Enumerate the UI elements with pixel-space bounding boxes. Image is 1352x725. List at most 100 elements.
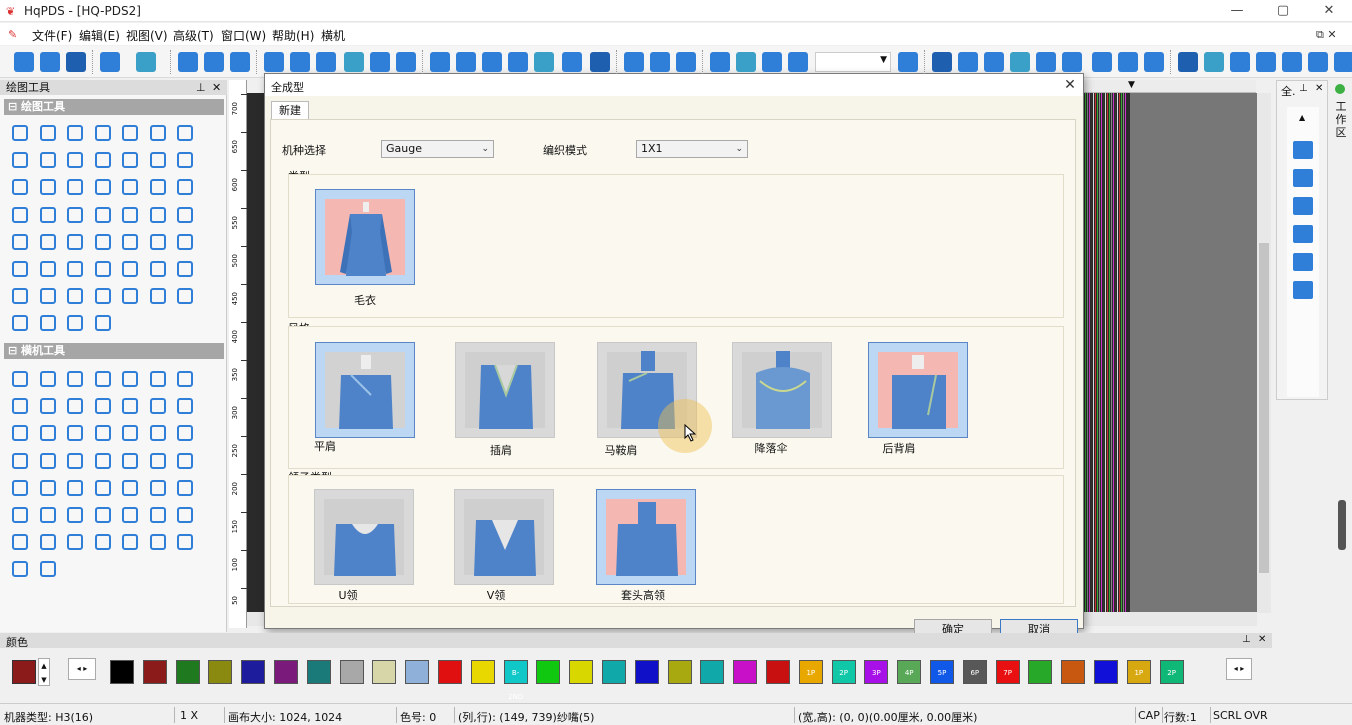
tool-icon[interactable] (175, 232, 195, 252)
tool-icon[interactable] (38, 559, 58, 579)
tool-icon[interactable] (10, 286, 30, 306)
toolbar-button-icon[interactable] (984, 52, 1004, 72)
tool-icon[interactable] (38, 396, 58, 416)
tool-icon[interactable] (120, 205, 140, 225)
knit-mode-select[interactable]: 1X1 ⌄ (636, 140, 748, 158)
tool-icon[interactable] (65, 177, 85, 197)
toolbar-button-icon[interactable] (932, 52, 952, 72)
color-swatch[interactable] (274, 660, 298, 684)
tool-icon[interactable] (120, 259, 140, 279)
tab-new[interactable]: 新建 (271, 101, 309, 120)
tool-icon[interactable] (38, 205, 58, 225)
toolbar-button-icon[interactable] (456, 52, 476, 72)
toolbar-button-icon[interactable] (1204, 52, 1224, 72)
toolbar-button-icon[interactable] (370, 52, 390, 72)
section-machine-tools[interactable]: ⊟ 横机工具 (4, 343, 224, 359)
close-icon[interactable]: ✕ (1258, 634, 1266, 645)
tool-icon[interactable] (175, 150, 195, 170)
tool-icon[interactable] (175, 205, 195, 225)
tool-icon[interactable] (120, 123, 140, 143)
tool-icon[interactable] (38, 423, 58, 443)
tool-icon[interactable] (65, 313, 85, 333)
tool-icon[interactable] (148, 150, 168, 170)
tool-icon[interactable] (38, 232, 58, 252)
toolbar-button-icon[interactable] (136, 52, 156, 72)
tool-icon[interactable] (148, 532, 168, 552)
tool-icon[interactable] (38, 532, 58, 552)
color-swatch[interactable]: 1P (798, 660, 823, 684)
toolbar-button-icon[interactable] (958, 52, 978, 72)
tool-icon[interactable] (120, 369, 140, 389)
tool-icon[interactable] (93, 205, 113, 225)
tool-icon[interactable] (10, 505, 30, 525)
menu-help[interactable]: 帮助(H) (272, 27, 314, 44)
machine-icon-2[interactable] (1293, 169, 1313, 187)
color-swatch[interactable] (1061, 660, 1086, 684)
tool-icon[interactable] (93, 286, 113, 306)
machine-icon-5[interactable] (1293, 253, 1313, 271)
machine-icon-6[interactable] (1293, 281, 1313, 299)
tool-icon[interactable] (10, 313, 30, 333)
tool-icon[interactable] (65, 451, 85, 471)
tool-icon[interactable] (175, 505, 195, 525)
toolbar-button-icon[interactable] (590, 52, 610, 72)
toolbar-button-icon[interactable] (1144, 52, 1164, 72)
color-scroll-right-button[interactable]: ◂ ▸ (1226, 658, 1252, 680)
tool-icon[interactable] (148, 259, 168, 279)
color-swatch[interactable] (405, 660, 430, 684)
tool-icon[interactable] (148, 478, 168, 498)
collar-v-option[interactable] (454, 489, 554, 585)
toolbar-combo[interactable]: ▼ (815, 52, 891, 72)
tool-icon[interactable] (120, 478, 140, 498)
style-parachute-option[interactable] (732, 342, 832, 438)
color-swatch[interactable] (634, 660, 659, 684)
color-swatch[interactable] (766, 660, 790, 684)
color-scroll-left-button[interactable]: ◂ ▸ (68, 658, 96, 680)
tool-icon[interactable] (10, 369, 30, 389)
color-swatch[interactable]: 1P (1126, 660, 1151, 684)
dialog-close-button[interactable]: ✕ (1061, 76, 1079, 94)
color-swatch[interactable]: 7P (995, 660, 1020, 684)
tool-icon[interactable] (93, 313, 113, 333)
tool-icon[interactable] (120, 396, 140, 416)
toolbar-button-icon[interactable] (650, 52, 670, 72)
tool-icon[interactable] (175, 286, 195, 306)
close-window-button[interactable]: ✕ (1306, 0, 1352, 22)
machine-select[interactable]: Gauge ⌄ (381, 140, 494, 158)
tool-icon[interactable] (175, 423, 195, 443)
color-swatch[interactable]: B-2ND (503, 660, 528, 701)
tool-icon[interactable] (38, 123, 58, 143)
maximize-button[interactable]: ▢ (1260, 0, 1306, 22)
tool-icon[interactable] (175, 177, 195, 197)
toolbar-button-icon[interactable] (14, 52, 34, 72)
color-swatch[interactable] (470, 660, 495, 684)
toolbar-button-icon[interactable] (1230, 52, 1250, 72)
tool-icon[interactable] (148, 205, 168, 225)
tool-icon[interactable] (120, 505, 140, 525)
tool-icon[interactable] (10, 478, 30, 498)
tool-icon[interactable] (65, 478, 85, 498)
current-color-swatch[interactable] (12, 660, 36, 684)
color-swatch[interactable] (602, 660, 626, 684)
toolbar-button-icon[interactable] (178, 52, 198, 72)
minimize-button[interactable]: — (1214, 0, 1260, 22)
tool-icon[interactable] (65, 396, 85, 416)
tool-icon[interactable] (148, 286, 168, 306)
tool-icon[interactable] (65, 205, 85, 225)
color-spinner[interactable]: ▲ ▼ (38, 658, 50, 686)
tool-icon[interactable] (120, 451, 140, 471)
tool-icon[interactable] (38, 369, 58, 389)
menu-flat-knit[interactable]: 横机 (321, 27, 345, 44)
tool-icon[interactable] (10, 150, 30, 170)
tool-icon[interactable] (93, 478, 113, 498)
color-swatch[interactable]: 2P (1159, 660, 1184, 684)
toolbar-button-icon[interactable] (316, 52, 336, 72)
toolbar-button-icon[interactable] (788, 52, 808, 72)
color-swatch[interactable]: 5P (930, 660, 954, 684)
color-swatch[interactable] (175, 660, 200, 684)
tool-icon[interactable] (10, 123, 30, 143)
toolbar-button-icon[interactable] (66, 52, 86, 72)
color-swatch[interactable] (339, 660, 364, 684)
tool-icon[interactable] (38, 313, 58, 333)
tool-icon[interactable] (93, 177, 113, 197)
